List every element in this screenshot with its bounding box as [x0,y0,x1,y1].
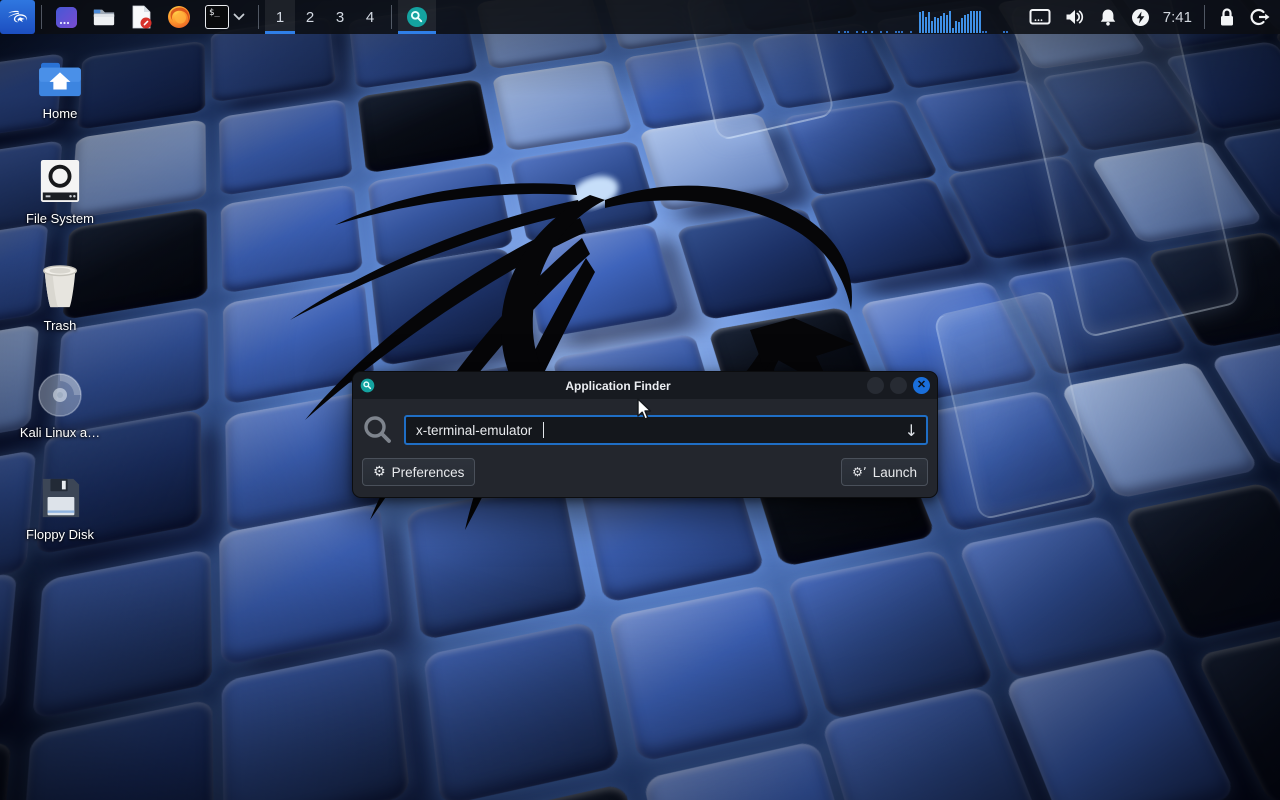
top-panel: $_ 1 2 3 4 [0,0,1280,34]
panel-separator [391,5,392,29]
preferences-button[interactable]: ⚙ Preferences [362,458,475,486]
volume-button[interactable] [1058,0,1092,34]
desktop-icon-file-system[interactable]: File System [16,158,104,226]
qterminal-icon [55,6,78,29]
search-input[interactable]: x-terminal-emulator ↓ [404,415,928,445]
system-monitor-graph[interactable] [838,0,1016,34]
wallpaper-cube [32,549,212,720]
app-finder-icon [406,6,428,28]
desktop-icon-label: Trash [44,318,77,333]
text-caret [543,422,544,438]
panel-separator [41,5,42,29]
desktop-icon-label: File System [26,211,94,226]
firefox-icon [167,5,191,29]
window-app-icon [360,378,375,393]
gear-icon: ⚙ [373,465,386,479]
search-icon [362,414,394,446]
wallpaper-cube [423,621,621,800]
kali-logo-icon [6,5,30,29]
wallpaper-cube [0,572,17,748]
lock-icon [1218,7,1236,27]
logout-button[interactable] [1243,0,1280,34]
panel-separator [1204,5,1205,29]
clock[interactable]: 7:41 [1157,9,1198,26]
application-finder-window: Application Finder ✕ x-terminal-emulator… [352,371,938,498]
maximize-button[interactable] [890,377,907,394]
power-manager-button[interactable] [1124,0,1157,34]
taskbar-app-finder-button[interactable] [398,0,436,34]
launch-gear-icon: ⚙ʼ [852,466,867,478]
qterminal-launcher[interactable] [48,0,85,34]
display-icon [1029,8,1051,26]
floppy-disk-icon [38,476,82,520]
logout-icon [1250,8,1270,26]
wallpaper-cube [0,740,12,800]
workspace-button-2[interactable]: 2 [295,0,325,34]
dropdown-arrow-icon[interactable]: ↓ [905,421,918,440]
terminal-icon: $_ [205,5,229,29]
desktop-icon-label: Home [43,106,78,121]
desktop-icon-kali-cd[interactable]: Kali Linux a… [16,372,104,440]
wallpaper-cube [221,646,410,800]
wallpaper-cube [608,584,812,762]
minimize-button[interactable] [867,377,884,394]
lock-screen-button[interactable] [1211,0,1243,34]
desktop-icon-label: Kali Linux a… [20,425,100,440]
trash-can-icon [37,263,83,311]
desktop-icon-home[interactable]: Home [16,61,104,121]
desktop-icon-trash[interactable]: Trash [16,263,104,333]
text-editor-launcher[interactable] [123,0,160,34]
text-editor-icon [130,5,153,29]
workspace-button-1[interactable]: 1 [265,0,295,34]
terminal-launcher[interactable]: $_ [198,0,231,34]
desktop-icon-floppy-disk[interactable]: Floppy Disk [16,476,104,542]
hard-drive-icon [38,158,82,204]
titlebar[interactable]: Application Finder ✕ [353,372,937,399]
bell-icon [1099,8,1117,27]
tray-display-icon-button[interactable] [1022,0,1058,34]
panel-separator [258,5,259,29]
terminal-launcher-dropdown[interactable] [231,0,252,34]
mouse-cursor [637,398,653,422]
workspace-button-4[interactable]: 4 [355,0,385,34]
launch-button[interactable]: ⚙ʼ Launch [841,458,928,486]
cdrom-disc-icon [37,372,83,418]
window-title: Application Finder [375,379,861,393]
close-button[interactable]: ✕ [913,377,930,394]
file-manager-launcher[interactable] [85,0,123,34]
home-folder-icon [37,61,83,99]
workspace-button-3[interactable]: 3 [325,0,355,34]
file-manager-icon [92,6,116,28]
firefox-launcher[interactable] [160,0,198,34]
desktop-icon-label: Floppy Disk [26,527,94,542]
kali-dragon-logo [250,60,930,580]
applications-menu-button[interactable] [0,0,35,34]
notifications-button[interactable] [1092,0,1124,34]
chevron-down-icon [233,13,245,21]
close-icon: ✕ [917,380,926,391]
power-icon [1131,8,1150,27]
speaker-icon [1065,8,1085,26]
search-input-value: x-terminal-emulator [416,423,532,438]
